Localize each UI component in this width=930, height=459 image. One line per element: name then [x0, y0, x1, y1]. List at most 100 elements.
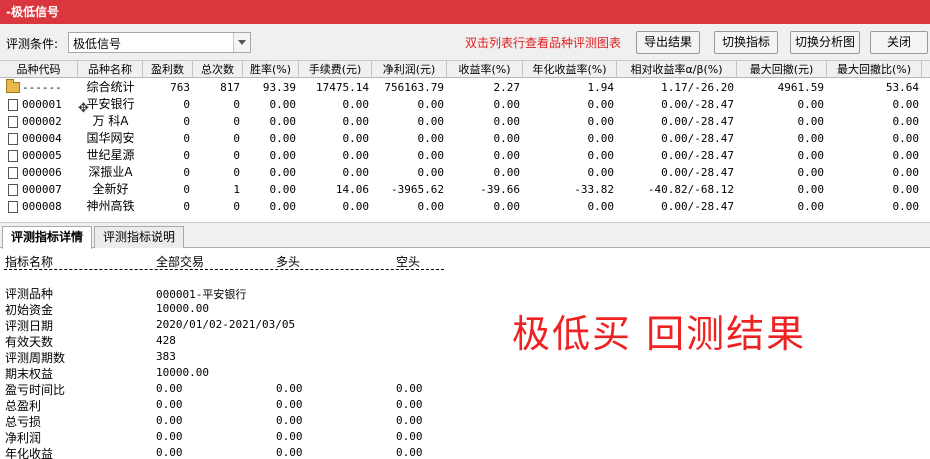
table-cell: 0.00	[417, 132, 445, 145]
col-net-profit[interactable]: 净利润(元)	[372, 61, 447, 78]
metric-label: 总盈利	[5, 399, 42, 413]
tab-indicator-notes[interactable]: 评测指标说明	[94, 226, 184, 248]
metric-value: 0.00	[276, 414, 303, 427]
table-cell: 0.00/-28.47	[661, 132, 734, 145]
document-icon	[8, 200, 18, 213]
table-cell: 0.00	[587, 98, 615, 111]
switch-indicator-button[interactable]: 切换指标	[714, 31, 778, 54]
table-cell: 0.00	[587, 132, 615, 145]
table-cell: 0.00	[493, 132, 521, 145]
table-row[interactable]: 000008 神州高铁 0 0 0.00 0.00 0.00 0.00 0.00 0.00/-28…	[0, 198, 930, 215]
table-cell: 0.00	[342, 132, 370, 145]
col-name[interactable]: 品种名称	[78, 61, 143, 78]
table-cell: 0.00	[587, 200, 615, 213]
detail-value: 428	[156, 334, 176, 347]
col-fee[interactable]: 手续费(元)	[299, 61, 372, 78]
table-cell: 0.00	[797, 149, 825, 162]
metric-value: 0.00	[396, 414, 423, 427]
table-cell: -39.66	[480, 183, 520, 196]
metric-label: 盈亏时间比	[5, 383, 66, 397]
col-return[interactable]: 收益率(%)	[447, 61, 523, 78]
table-cell: 0.00	[417, 98, 445, 111]
table-row[interactable]: ------ 综合统计 763 817 93.39 17475.14 756163.79 2.…	[0, 79, 930, 96]
table-cell: 0	[233, 98, 240, 111]
table-cell: 0	[183, 200, 190, 213]
metric-value: 0.00	[156, 414, 183, 427]
col-wins[interactable]: 盈利数	[143, 61, 193, 78]
condition-select[interactable]: 极低信号	[68, 32, 251, 53]
col-max-drawdown[interactable]: 最大回撤(元)	[737, 61, 827, 78]
table-cell: 763	[170, 81, 190, 94]
metric-value: 0.00	[396, 430, 423, 443]
table-cell: 0.00	[269, 98, 297, 111]
table-row[interactable]: 000002 万 科A 0 0 0.00 0.00 0.00 0.00 0.00 0.00/-28…	[0, 113, 930, 130]
table-cell: 0	[183, 98, 190, 111]
table-cell: 0	[233, 166, 240, 179]
detail-label: 初始资金	[5, 303, 54, 317]
detail-value: 2020/01/02-2021/03/05	[156, 318, 296, 331]
stock-code: 000005	[22, 149, 62, 162]
stock-name: 全新好	[92, 182, 129, 196]
mouse-cursor-icon: ✥	[78, 101, 89, 116]
table-row[interactable]: 000005 世纪星源 0 0 0.00 0.00 0.00 0.00 0.00 0.00/-28…	[0, 147, 930, 164]
table-cell: 0.00	[417, 149, 445, 162]
table-cell: 0.00	[269, 166, 297, 179]
document-icon	[8, 132, 18, 145]
col-code[interactable]: 品种代码	[0, 61, 78, 78]
col-annual-return[interactable]: 年化收益率(%)	[523, 61, 617, 78]
metric-value: 0.00	[276, 382, 303, 395]
stock-code: 000007	[22, 183, 62, 196]
table-cell: 0.00/-28.47	[661, 98, 734, 111]
table-cell: 0.00/-28.47	[661, 115, 734, 128]
code-cell: 000002	[0, 113, 78, 130]
divider	[4, 269, 444, 270]
table-cell: 0.00	[269, 183, 297, 196]
metric-value: 0.00	[156, 446, 183, 459]
table-cell: -33.82	[574, 183, 614, 196]
code-cell: 000006	[0, 164, 78, 181]
col-relative-return[interactable]: 相对收益率α/β(%)	[617, 61, 737, 78]
table-cell: -3965.62	[391, 183, 444, 196]
col-max-drawdown-ratio[interactable]: 最大回撤比(%)	[827, 61, 922, 78]
table-cell: 0.00	[587, 166, 615, 179]
table-cell: 2.27	[493, 81, 521, 94]
table-cell: 0.00	[417, 200, 445, 213]
table-cell: 93.39	[262, 81, 296, 94]
toolbar: 评测条件: 极低信号 双击列表行查看品种评测图表 导出结果 切换指标 切换分析图…	[0, 24, 930, 61]
detail-label: 评测周期数	[5, 351, 66, 365]
metric-value: 0.00	[276, 398, 303, 411]
table-cell: 53.64	[885, 81, 919, 94]
close-button[interactable]: 关闭	[870, 31, 928, 54]
detail-label: 期末权益	[5, 367, 54, 381]
table-cell: 0.00	[269, 200, 297, 213]
document-icon	[8, 98, 18, 111]
switch-chart-button[interactable]: 切换分析图	[790, 31, 860, 54]
chevron-down-icon[interactable]	[233, 33, 250, 52]
table-cell: 0.00	[587, 149, 615, 162]
stock-name: 世纪星源	[86, 148, 135, 162]
metric-value: 0.00	[276, 446, 303, 459]
table-cell: 0.00	[797, 98, 825, 111]
table-cell: 0.00/-28.47	[661, 149, 734, 162]
table-cell: 0.00	[269, 149, 297, 162]
table-cell: 1.17/-26.20	[661, 81, 734, 94]
col-total[interactable]: 总次数	[193, 61, 243, 78]
stock-code: 000002	[22, 115, 62, 128]
code-cell: 000001	[0, 96, 78, 113]
table-row[interactable]: 000006 深振业A 0 0 0.00 0.00 0.00 0.00 0.00 0.00/-28…	[0, 164, 930, 181]
table-cell: 1.94	[587, 81, 615, 94]
table-row[interactable]: 000001 平安银行 0 0 0.00 0.00 0.00 0.00 0.00 0.00/-28…	[0, 96, 930, 113]
stock-name: 深振业A	[88, 165, 133, 179]
table-cell: 0.00	[797, 183, 825, 196]
document-icon	[8, 166, 18, 179]
table-cell: 0.00	[892, 149, 920, 162]
metric-value: 0.00	[396, 446, 423, 459]
table-row[interactable]: 000004 国华网安 0 0 0.00 0.00 0.00 0.00 0.00 0.00/-28…	[0, 130, 930, 147]
tab-indicator-details[interactable]: 评测指标详情	[2, 226, 92, 249]
detail-label: 有效天数	[5, 335, 54, 349]
table-cell: 0.00	[797, 200, 825, 213]
results-table: 品种代码 品种名称 盈利数 总次数 胜率(%) 手续费(元) 净利润(元) 收益…	[0, 61, 930, 219]
col-winrate[interactable]: 胜率(%)	[243, 61, 299, 78]
export-button[interactable]: 导出结果	[636, 31, 700, 54]
table-row[interactable]: 000007 全新好 0 1 0.00 14.06 -3965.62 -39.66 -33.82…	[0, 181, 930, 198]
